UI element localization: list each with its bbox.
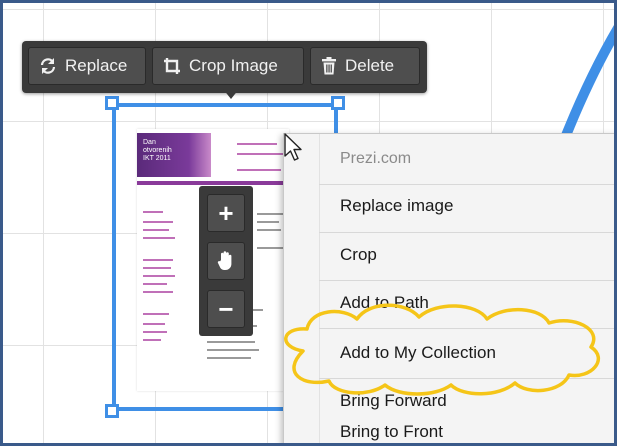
minus-icon: − [218, 293, 234, 324]
zoom-in-button[interactable]: + [207, 194, 245, 232]
menu-separator [319, 232, 614, 233]
resize-handle-top-left[interactable] [105, 96, 119, 110]
menu-separator [319, 184, 614, 185]
canvas[interactable]: Dan otvorenih IKT 2011 + − Prezi.com Rep… [0, 0, 617, 446]
toolbar-pointer-caret [223, 89, 239, 99]
doc-text-line [143, 323, 165, 325]
doc-text-line [143, 221, 173, 223]
doc-text-line [237, 143, 277, 145]
doc-text-line [143, 275, 175, 277]
doc-text-line [257, 229, 281, 231]
doc-text-line [237, 169, 281, 171]
crop-image-label: Crop Image [189, 56, 278, 75]
resize-handle-bottom-left[interactable] [105, 404, 119, 418]
doc-text-line [257, 221, 279, 223]
doc-text-line [207, 357, 251, 359]
menu-item-crop[interactable]: Crop [340, 245, 377, 265]
crop-image-button[interactable]: Crop Image [152, 47, 304, 85]
doc-text-line [143, 211, 163, 213]
doc-text-line [237, 153, 283, 155]
doc-text-line [257, 213, 283, 215]
resize-handle-top-right[interactable] [331, 96, 345, 110]
replace-button[interactable]: Replace [28, 47, 146, 85]
highlight-cloud [284, 303, 600, 396]
zoom-controls: + − [199, 186, 253, 336]
doc-text-line [207, 349, 259, 351]
doc-header-line-3: IKT 2011 [143, 155, 171, 162]
doc-header-line-2: otvorenih [143, 147, 172, 154]
menu-separator [319, 280, 614, 281]
document-header-graphic: Dan otvorenih IKT 2011 [137, 133, 211, 177]
delete-label: Delete [345, 56, 395, 75]
doc-text-line [143, 229, 169, 231]
doc-text-line [207, 341, 255, 343]
path-curve [560, 25, 614, 143]
doc-text-line [143, 331, 167, 333]
crop-icon [164, 58, 180, 74]
doc-divider-bar [137, 181, 289, 185]
zoom-out-button[interactable]: − [207, 290, 245, 328]
trash-icon [322, 57, 336, 75]
doc-header-line-1: Dan [143, 139, 156, 146]
doc-text-line [143, 267, 171, 269]
image-toolbar: Replace Crop Image Delete [22, 41, 427, 93]
pointer-cursor-icon [284, 133, 302, 161]
doc-text-line [143, 237, 175, 239]
doc-text-line [143, 313, 169, 315]
doc-text-line [143, 291, 173, 293]
context-menu: Prezi.com Replace image Crop Add to Path… [283, 133, 614, 443]
delete-button[interactable]: Delete [310, 47, 420, 85]
doc-text-line [257, 247, 283, 249]
doc-text-line [143, 339, 161, 341]
context-menu-header: Prezi.com [340, 150, 412, 167]
pan-hand-button[interactable] [207, 242, 245, 280]
plus-icon: + [218, 197, 234, 228]
doc-text-line [143, 283, 167, 285]
replace-icon [40, 58, 56, 74]
replace-label: Replace [65, 56, 128, 75]
context-menu-gutter [284, 134, 320, 443]
menu-item-replace-image[interactable]: Replace image [340, 196, 453, 216]
doc-text-line [143, 259, 173, 261]
menu-item-bring-to-front[interactable]: Bring to Front [340, 422, 443, 442]
hand-icon [217, 251, 232, 270]
